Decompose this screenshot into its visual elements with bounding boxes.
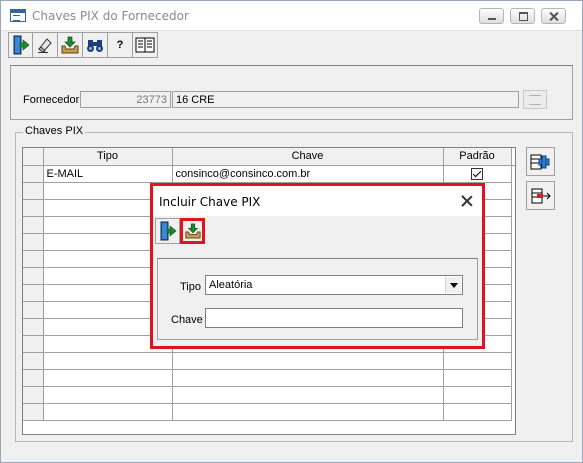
- tipo-selected-value: Aleatória: [209, 279, 253, 291]
- manual-button[interactable]: [133, 32, 158, 58]
- close-button[interactable]: [541, 8, 566, 24]
- pix-keys-group-label: Chaves PIX: [23, 125, 86, 137]
- remove-key-button[interactable]: [526, 181, 555, 210]
- eraser-icon: [38, 38, 52, 53]
- column-header-tipo[interactable]: Tipo: [43, 148, 173, 166]
- exit-door-icon: [13, 35, 29, 55]
- row-header[interactable]: [23, 165, 44, 183]
- supplier-lookup-button[interactable]: [523, 90, 547, 109]
- exit-door-icon: [160, 221, 176, 241]
- dialog-title-bar: Incluir Chave PIX: [153, 186, 482, 216]
- column-header-chave[interactable]: Chave: [172, 148, 444, 166]
- title-bar: Chaves PIX do Fornecedor: [1, 1, 582, 31]
- supplier-label: Fornecedor: [23, 94, 80, 106]
- help-button[interactable]: ?: [108, 32, 133, 58]
- manual-book-icon: [135, 37, 155, 53]
- save-button[interactable]: [58, 32, 83, 58]
- help-icon: ?: [116, 39, 124, 51]
- grid-corner: [23, 148, 44, 166]
- search-button[interactable]: [83, 32, 108, 58]
- window-title: Chaves PIX do Fornecedor: [32, 9, 189, 23]
- cell-chave[interactable]: consinco@consinco.com.br: [172, 165, 444, 183]
- supplier-code-field: 23773: [80, 91, 171, 108]
- save-tray-icon: [61, 36, 79, 54]
- dialog-close-icon[interactable]: [459, 193, 475, 209]
- save-tray-icon: [184, 223, 201, 239]
- table-row[interactable]: [23, 352, 515, 370]
- main-toolbar: ?: [8, 32, 158, 58]
- dialog-save-button[interactable]: [180, 218, 205, 244]
- dialog-exit-button[interactable]: [155, 218, 180, 244]
- table-row[interactable]: [23, 369, 515, 387]
- cell-tipo[interactable]: E-MAIL: [43, 165, 173, 183]
- tipo-label: Tipo: [180, 281, 201, 293]
- minimize-button[interactable]: [479, 8, 504, 24]
- remove-row-icon: [531, 188, 551, 203]
- table-row[interactable]: [23, 386, 515, 404]
- supplier-name-field: 16 CRE: [172, 91, 519, 108]
- cell-padrao[interactable]: [443, 165, 512, 183]
- dialog-toolbar: [155, 218, 205, 244]
- add-key-button[interactable]: [526, 147, 555, 176]
- maximize-button[interactable]: [510, 8, 535, 24]
- table-row[interactable]: [23, 403, 515, 421]
- add-row-icon: [530, 154, 549, 169]
- chave-label: Chave: [171, 314, 203, 326]
- chevron-down-icon[interactable]: [445, 277, 461, 293]
- tipo-select[interactable]: Aleatória: [205, 275, 463, 295]
- column-header-padrao[interactable]: Padrão: [443, 148, 512, 166]
- main-window: Chaves PIX do Fornecedor ? Fornecedor 23…: [0, 0, 583, 463]
- add-pix-key-dialog: Incluir Chave PIX Tipo Aleatória Chave: [150, 183, 485, 349]
- chave-input[interactable]: [205, 308, 463, 328]
- binoculars-icon: [87, 40, 103, 52]
- table-row[interactable]: E-MAIL consinco@consinco.com.br: [23, 165, 515, 183]
- clear-button[interactable]: [33, 32, 58, 58]
- dialog-title: Incluir Chave PIX: [159, 195, 261, 209]
- exit-button[interactable]: [8, 32, 33, 58]
- padrao-checkbox[interactable]: [471, 167, 483, 180]
- app-icon: [10, 9, 26, 22]
